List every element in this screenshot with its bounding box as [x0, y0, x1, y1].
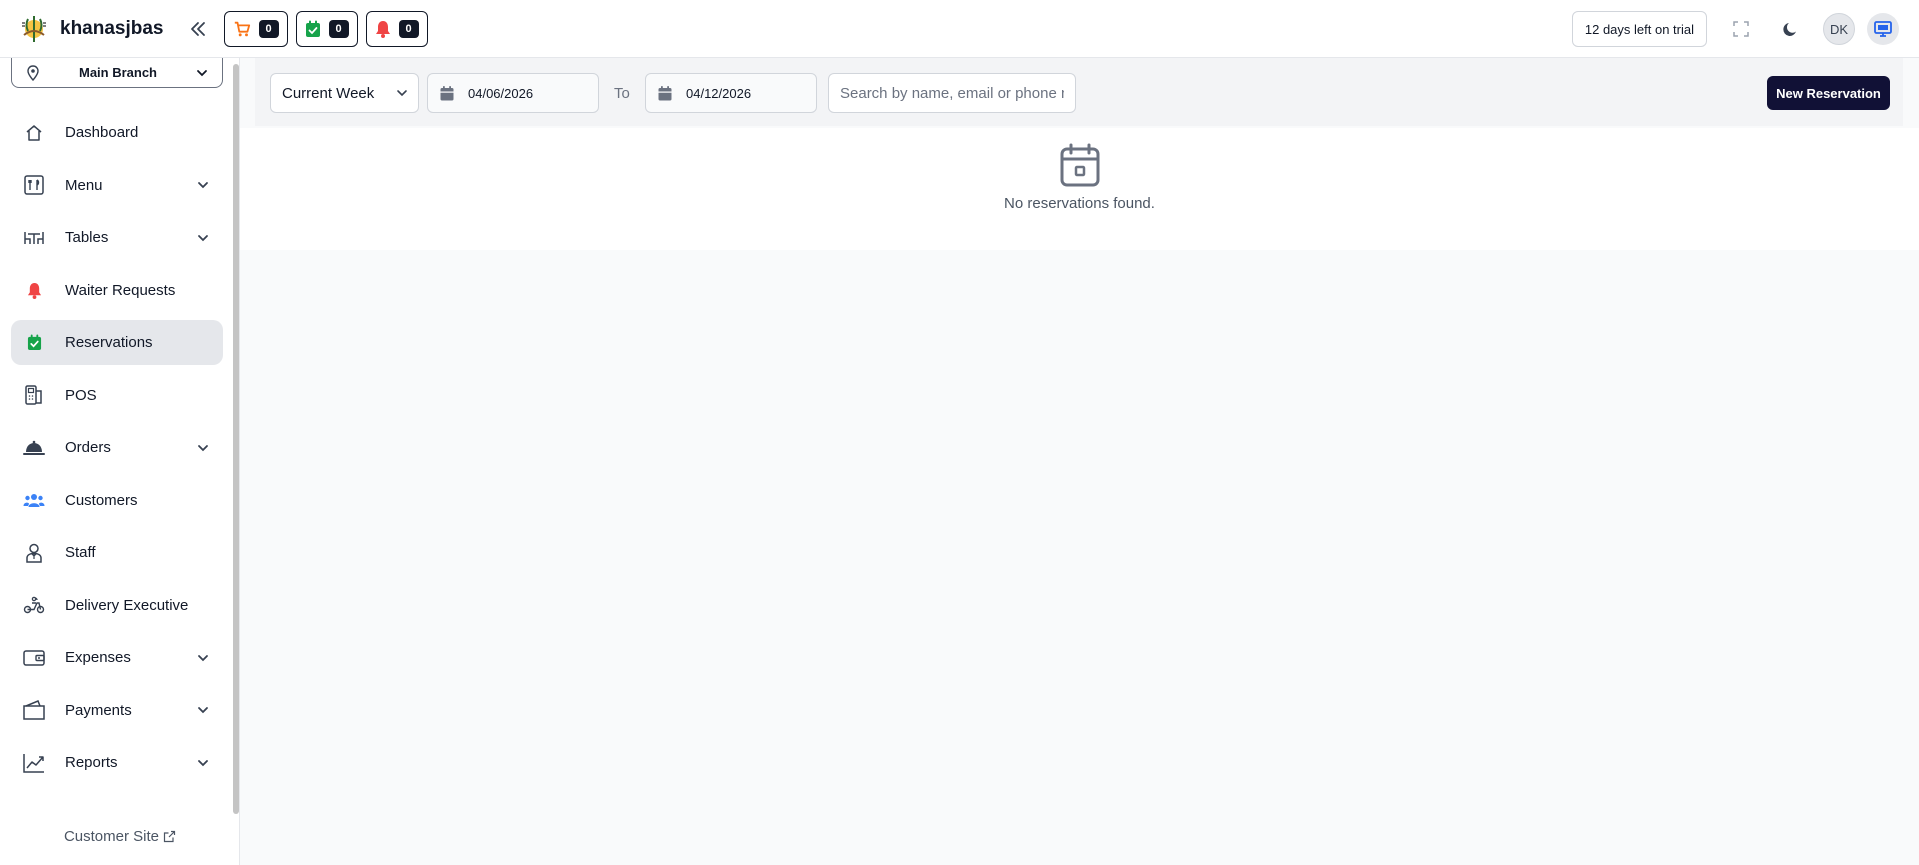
end-date-value: 04/12/2026 [686, 85, 752, 101]
brand[interactable]: khanasjbas [18, 13, 164, 45]
double-chevron-left-icon [190, 21, 205, 36]
sidebar-item-menu[interactable]: Menu [11, 163, 223, 208]
location-pin-icon [27, 64, 39, 81]
chevron-down-icon [397, 90, 407, 97]
sidebar-item-label: Expenses [65, 649, 131, 666]
cart-count-badge: 0 [258, 19, 279, 38]
sidebar-item-label: Reports [65, 754, 118, 771]
scooter-icon [23, 594, 45, 616]
sidebar-item-reservations[interactable]: Reservations [11, 320, 223, 365]
sidebar-item-label: Delivery Executive [65, 596, 189, 614]
collapse-sidebar-button[interactable] [186, 17, 210, 41]
new-reservation-button[interactable]: New Reservation [1767, 76, 1890, 110]
sidebar-item-orders[interactable]: Orders [11, 425, 223, 470]
bell-icon [375, 20, 390, 38]
top-bar: khanasjbas 0 0 0 12 days left on trial D… [0, 0, 1919, 58]
sidebar-item-customers[interactable]: Customers [11, 478, 223, 523]
sidebar-item-waiter-requests[interactable]: Waiter Requests [11, 268, 223, 313]
date-range-to-label: To [614, 85, 630, 102]
payments-icon [23, 699, 45, 721]
sidebar-nav: Dashboard Menu Tables Waiter Requests Re… [11, 110, 223, 793]
brand-logo-icon [18, 13, 50, 45]
start-date-input[interactable]: 04/06/2026 [427, 73, 599, 113]
empty-state-message: No reservations found. [1004, 195, 1155, 212]
sidebar-item-tables[interactable]: Tables [11, 215, 223, 260]
user-avatar[interactable]: DK [1823, 13, 1855, 45]
chevron-down-icon [195, 440, 211, 456]
sidebar-item-label: Payments [65, 701, 132, 719]
sidebar: Main Branch Dashboard Menu Tables Waiter… [0, 58, 240, 865]
chevron-down-icon [195, 755, 211, 771]
chevron-down-icon [195, 230, 211, 246]
period-select[interactable]: Current Week [270, 73, 419, 113]
external-link-icon [163, 830, 176, 843]
branch-selector[interactable]: Main Branch [11, 58, 223, 88]
chart-icon [23, 752, 45, 774]
sidebar-item-label: Customers [65, 491, 138, 509]
calendar-icon [658, 85, 672, 100]
waiter-requests-count-badge: 0 [398, 19, 419, 38]
calendar-icon [440, 85, 454, 100]
reservation-filter-bar: Current Week 04/06/2026 To 04/12/2026 Ne… [255, 58, 1903, 126]
moon-icon [1783, 23, 1796, 36]
sidebar-item-label: Dashboard [65, 124, 139, 141]
bell-icon [23, 279, 45, 301]
sidebar-item-label: Menu [65, 176, 103, 194]
empty-state: No reservations found. [240, 128, 1919, 250]
sidebar-item-payments[interactable]: Payments [11, 688, 223, 733]
reservation-search-input[interactable] [828, 73, 1076, 113]
monitor-icon [1874, 21, 1892, 37]
period-select-value: Current Week [282, 84, 375, 102]
brand-name: khanasjbas [60, 17, 164, 39]
menu-icon [23, 174, 45, 196]
sidebar-item-label: Tables [65, 229, 109, 246]
display-mode-button[interactable] [1867, 13, 1899, 45]
reservations-counter-button[interactable]: 0 [295, 10, 358, 47]
customer-site-link[interactable]: Customer Site [0, 828, 240, 845]
chevron-down-icon [195, 177, 211, 193]
home-icon [23, 122, 45, 144]
pos-icon [23, 384, 45, 406]
topbar-actions: 12 days left on trial DK [1571, 0, 1899, 58]
chevron-down-icon [195, 650, 211, 666]
sidebar-item-label: Reservations [65, 334, 153, 351]
waiter-requests-counter-button[interactable]: 0 [365, 10, 428, 47]
calendar-check-icon [23, 332, 45, 354]
reservations-count-badge: 0 [328, 19, 349, 38]
cart-icon [234, 21, 250, 36]
sidebar-item-dashboard[interactable]: Dashboard [11, 110, 223, 155]
table-icon [23, 227, 45, 249]
header-counters: 0 0 0 [223, 10, 428, 47]
fullscreen-icon [1733, 21, 1749, 37]
wallet-icon [23, 647, 45, 669]
branch-name: Main Branch [78, 65, 157, 80]
calendar-check-icon [305, 20, 320, 37]
service-bell-icon [23, 437, 45, 459]
customer-site-label: Customer Site [63, 828, 160, 845]
sidebar-item-pos[interactable]: POS [11, 373, 223, 418]
trial-badge[interactable]: 12 days left on trial [1571, 11, 1707, 47]
chevron-down-icon [197, 69, 207, 76]
calendar-icon [1060, 143, 1099, 187]
chevron-down-icon [195, 702, 211, 718]
sidebar-item-label: Staff [65, 544, 96, 561]
dark-mode-toggle[interactable] [1775, 13, 1807, 45]
sidebar-item-label: Waiter Requests [65, 281, 176, 299]
staff-icon [23, 542, 45, 564]
users-icon [23, 489, 45, 511]
start-date-value: 04/06/2026 [468, 85, 534, 101]
sidebar-item-label: POS [65, 386, 97, 404]
sidebar-item-label: Orders [65, 439, 111, 456]
sidebar-scrollbar[interactable] [233, 64, 239, 814]
sidebar-item-expenses[interactable]: Expenses [11, 635, 223, 680]
cart-counter-button[interactable]: 0 [223, 10, 288, 47]
end-date-input[interactable]: 04/12/2026 [645, 73, 817, 113]
sidebar-item-reports[interactable]: Reports [11, 740, 223, 785]
sidebar-item-delivery-executive[interactable]: Delivery Executive [11, 583, 223, 628]
fullscreen-button[interactable] [1725, 13, 1757, 45]
sidebar-item-staff[interactable]: Staff [11, 530, 223, 575]
